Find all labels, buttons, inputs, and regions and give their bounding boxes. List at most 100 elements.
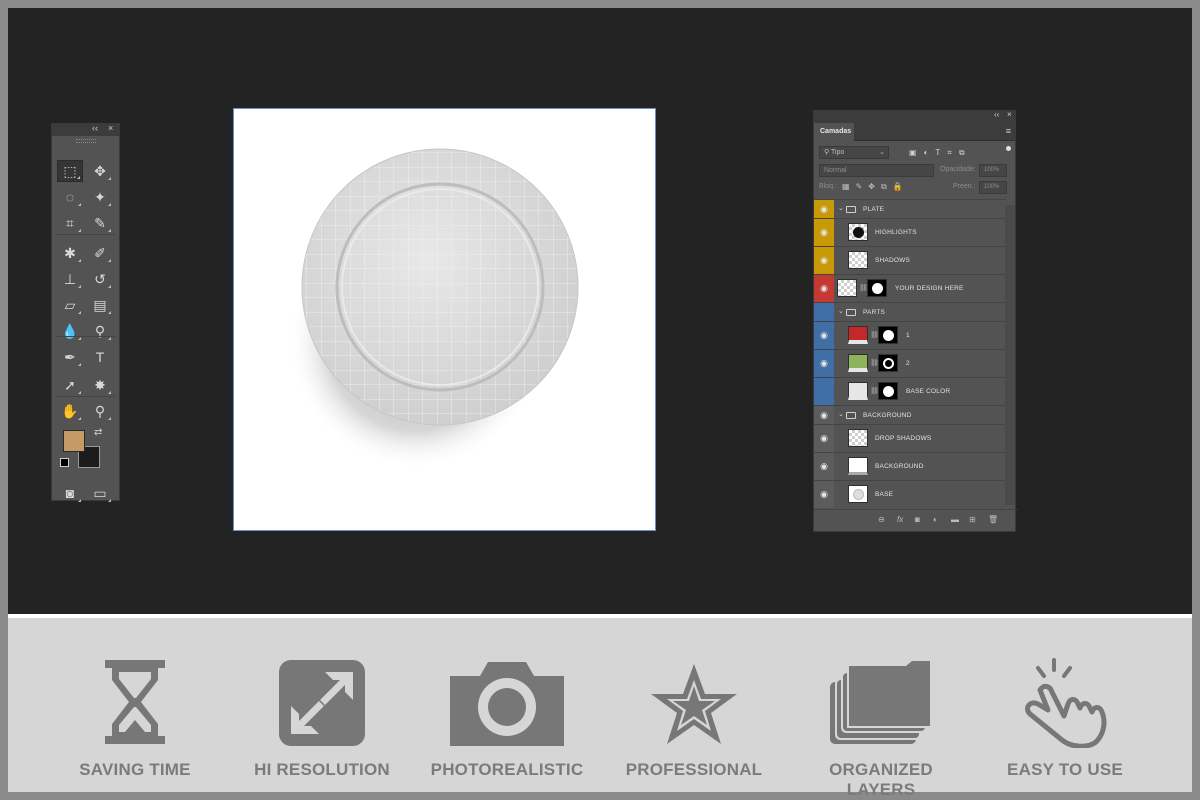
layer-group-row[interactable]: ⌄ PARTS [814,302,1006,321]
smart-object-filter-icon[interactable]: ⧉ [959,148,965,158]
layer-row[interactable]: ◉ ⛓ 1 [814,321,1006,349]
lock-transparency-icon[interactable]: ▦ [842,182,850,192]
stacked-folders-icon [830,659,932,744]
blend-mode-select[interactable]: Normal [819,164,934,177]
move-icon[interactable]: ✥ [87,160,113,182]
visibility-eye-icon[interactable] [814,378,834,405]
layer-row[interactable]: ⛓ BASE COLOR [814,377,1006,405]
eyedropper-icon[interactable]: ✎ [87,212,113,234]
layers-panel-titlebar[interactable]: ‹‹ × [814,110,1015,121]
plate-mockup-image [288,148,579,469]
layer-row[interactable]: ◉ ⛓ YOUR DESIGN HERE [814,274,1006,302]
lock-position-icon[interactable]: ✥ [868,182,875,192]
blur-icon[interactable]: 💧 [57,320,83,342]
chevron-down-icon[interactable]: ⌄ [838,410,844,418]
add-mask-icon[interactable]: ◙ [915,515,920,524]
pixel-filter-icon[interactable]: ▣ [909,148,917,158]
adjustment-layer-icon[interactable]: ◐ [933,515,938,524]
visibility-eye-icon[interactable]: ◉ [814,275,834,302]
visibility-eye-icon[interactable]: ◉ [814,350,834,377]
brush-icon[interactable]: ✐ [87,242,113,264]
feature-label: HI RESOLUTION [254,760,390,779]
lasso-icon[interactable]: ◌ [57,186,83,208]
chevron-down-icon[interactable]: ⌄ [838,307,844,315]
quick-mask-icon[interactable]: ◙ [57,482,83,504]
lock-artboard-icon[interactable]: ⧉ [881,182,887,192]
feature-easy-to-use: EASY TO USE [980,658,1150,788]
tab-layers[interactable]: Camadas [814,123,854,141]
layer-row[interactable]: ◉ DROP SHADOWS [814,424,1006,452]
layer-mask-thumbnail[interactable] [878,382,898,400]
screen-mode-icon[interactable]: ▭ [87,482,113,504]
layer-row[interactable]: ◉ HIGHLIGHTS [814,218,1006,246]
opacity-field[interactable]: 100% [979,164,1007,177]
collapse-panel-button[interactable]: ‹‹ [994,110,999,119]
link-layers-icon[interactable]: ⊖ [878,515,885,524]
visibility-eye-icon[interactable]: ◉ [814,406,834,424]
shape-filter-icon[interactable]: ⌗ [947,148,952,158]
visibility-eye-icon[interactable]: ◉ [814,219,834,246]
visibility-eye-icon[interactable]: ◉ [814,200,834,218]
fx-icon[interactable]: fx [897,515,903,524]
visibility-eye-icon[interactable]: ◉ [814,481,834,508]
visibility-eye-icon[interactable]: ◉ [814,247,834,274]
eraser-icon[interactable]: ▱ [57,294,83,316]
visibility-eye-icon[interactable] [814,303,834,321]
tools-panel-titlebar[interactable]: ‹‹ × [52,123,119,136]
panel-grip[interactable] [52,136,119,144]
history-brush-icon[interactable]: ↺ [87,268,113,290]
fill-field[interactable]: 100% [979,181,1007,194]
path-selection-icon[interactable]: ➚ [57,374,83,396]
layer-row[interactable]: ◉ BACKGROUND [814,452,1006,480]
gradient-icon[interactable]: ▤ [87,294,113,316]
close-panel-button[interactable]: × [108,123,113,133]
layer-name: PARTS [863,308,886,316]
layer-mask-thumbnail[interactable] [867,279,887,297]
crop-icon[interactable]: ⌗ [57,212,83,234]
adjustment-filter-icon[interactable]: ◐ [924,148,929,158]
visibility-eye-icon[interactable]: ◉ [814,425,834,452]
collapse-panel-button[interactable]: ‹‹ [92,123,98,133]
opacity-label: Opacidade: [940,166,976,173]
custom-shape-icon[interactable]: ✸ [87,374,113,396]
magic-wand-icon[interactable]: ✦ [87,186,113,208]
delete-layer-icon[interactable]: 🗑 [988,515,998,524]
layer-group-row[interactable]: ◉ ⌄ PLATE [814,199,1006,218]
new-layer-icon[interactable]: ⊞ [969,515,976,524]
type-filter-icon[interactable]: T [935,148,940,158]
folder-icon [846,206,856,213]
lock-pixels-icon[interactable]: ✎ [856,182,863,192]
new-group-icon[interactable]: ▬ [951,515,959,524]
pen-icon[interactable]: ✒ [57,346,83,368]
visibility-eye-icon[interactable]: ◉ [814,322,834,349]
panel-menu-icon[interactable]: ≡ [1006,126,1011,136]
layer-mask-thumbnail[interactable] [878,326,898,344]
type-icon[interactable]: T [87,346,113,368]
default-colors-icon[interactable] [60,458,69,467]
lock-all-icon[interactable]: 🔒 [893,182,903,192]
layer-name: BASE COLOR [906,388,951,395]
chevron-down-icon[interactable]: ⌄ [838,204,844,212]
zoom-icon[interactable]: ⚲ [87,400,113,422]
layer-row[interactable]: ◉ SHADOWS [814,246,1006,274]
clone-stamp-icon[interactable]: ⊥ [57,268,83,290]
visibility-eye-icon[interactable]: ◉ [814,453,834,480]
close-panel-button[interactable]: × [1007,110,1012,119]
layer-group-row[interactable]: ◉ ⌄ BACKGROUND [814,405,1006,424]
layer-thumbnail [848,429,868,447]
document-canvas[interactable] [233,108,656,531]
layer-thumbnail [848,326,868,344]
layers-scrollbar[interactable] [1005,205,1015,505]
hand-icon[interactable]: ✋ [57,400,83,422]
healing-brush-icon[interactable]: ✱ [57,242,83,264]
layer-filter-select[interactable]: ⚲ Tipo ⌄ [819,146,889,159]
layer-mask-thumbnail[interactable] [878,354,898,372]
swap-colors-icon[interactable]: ⇄ [94,427,102,438]
layer-row[interactable]: ◉ ⛓ 2 [814,349,1006,377]
layer-name: DROP SHADOWS [875,435,932,442]
filter-toggle-icon[interactable] [1006,146,1011,151]
rectangular-marquee-icon[interactable]: ⬚ [57,160,83,182]
layer-row[interactable]: ◉ BASE [814,480,1006,508]
foreground-color-swatch[interactable] [63,430,85,452]
dodge-icon[interactable]: ⚲ [87,320,113,342]
